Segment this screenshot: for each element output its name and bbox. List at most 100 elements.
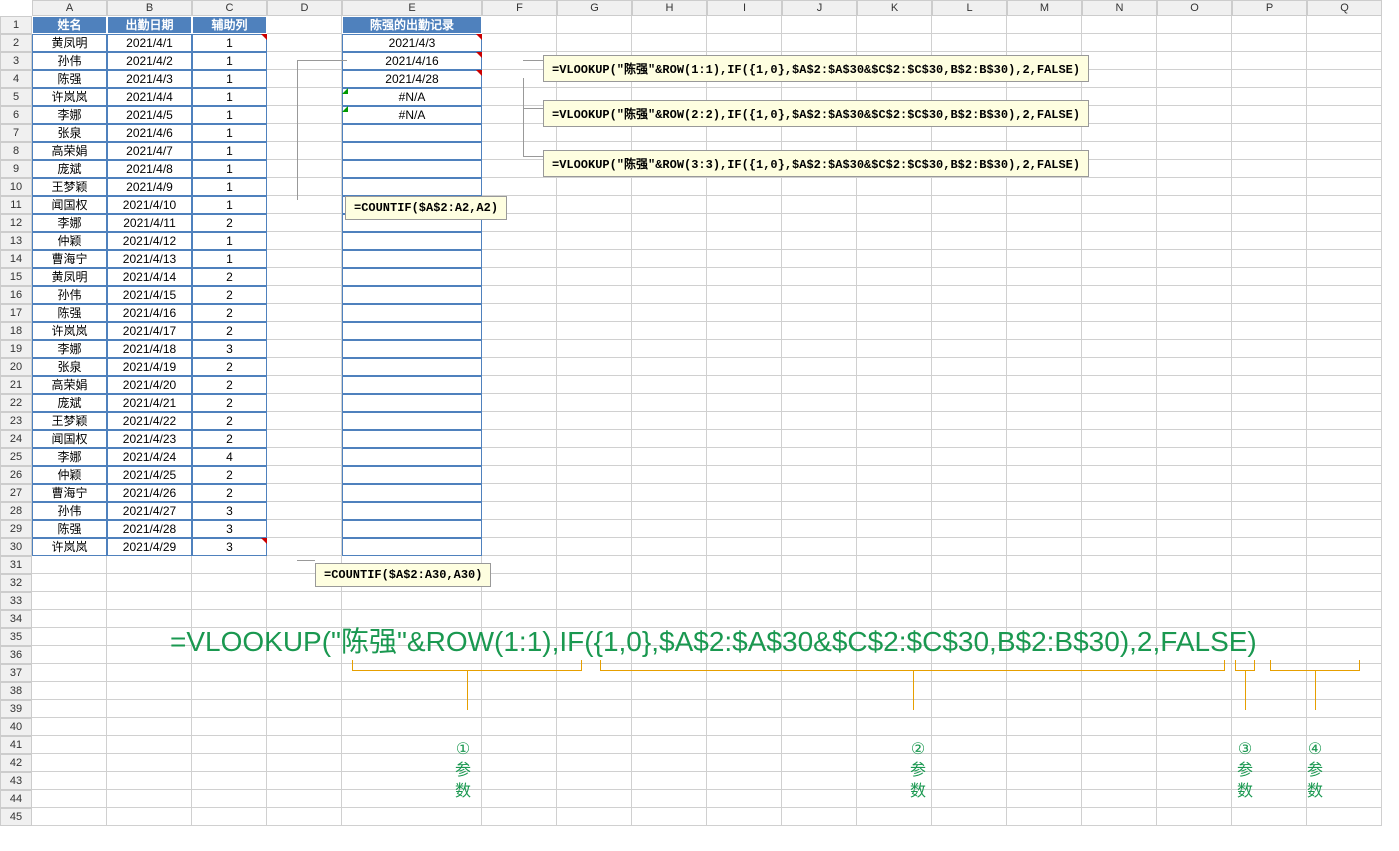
cell-C3[interactable]: 1	[192, 52, 267, 70]
row-header-44[interactable]: 44	[0, 790, 32, 808]
cell-A11[interactable]: 闻国权	[32, 196, 107, 214]
cell-J2[interactable]	[782, 34, 857, 52]
cell-A37[interactable]	[32, 664, 107, 682]
cell-K45[interactable]	[857, 808, 932, 826]
cell-B25[interactable]: 2021/4/24	[107, 448, 192, 466]
row-header-18[interactable]: 18	[0, 322, 32, 340]
cell-Q12[interactable]	[1307, 214, 1382, 232]
cell-B33[interactable]	[107, 592, 192, 610]
cell-A42[interactable]	[32, 754, 107, 772]
cell-D41[interactable]	[267, 736, 342, 754]
cell-Q1[interactable]	[1307, 16, 1382, 34]
cell-P7[interactable]	[1232, 124, 1307, 142]
cell-E8[interactable]	[342, 142, 482, 160]
cell-M29[interactable]	[1007, 520, 1082, 538]
cell-A43[interactable]	[32, 772, 107, 790]
cell-M42[interactable]	[1007, 754, 1082, 772]
cell-H30[interactable]	[632, 538, 707, 556]
cell-B26[interactable]: 2021/4/25	[107, 466, 192, 484]
cell-L18[interactable]	[932, 322, 1007, 340]
cell-D17[interactable]	[267, 304, 342, 322]
cell-N24[interactable]	[1082, 430, 1157, 448]
cell-P27[interactable]	[1232, 484, 1307, 502]
cell-Q29[interactable]	[1307, 520, 1382, 538]
cell-H15[interactable]	[632, 268, 707, 286]
cell-G39[interactable]	[557, 700, 632, 718]
cell-K15[interactable]	[857, 268, 932, 286]
cell-A36[interactable]	[32, 646, 107, 664]
cell-D45[interactable]	[267, 808, 342, 826]
cell-O29[interactable]	[1157, 520, 1232, 538]
cell-H16[interactable]	[632, 286, 707, 304]
cell-M17[interactable]	[1007, 304, 1082, 322]
cell-L25[interactable]	[932, 448, 1007, 466]
cell-N31[interactable]	[1082, 556, 1157, 574]
cell-Q11[interactable]	[1307, 196, 1382, 214]
cell-Q37[interactable]	[1307, 664, 1382, 682]
cell-P22[interactable]	[1232, 394, 1307, 412]
cell-M45[interactable]	[1007, 808, 1082, 826]
row-header-12[interactable]: 12	[0, 214, 32, 232]
cell-J22[interactable]	[782, 394, 857, 412]
cell-D30[interactable]	[267, 538, 342, 556]
cell-N33[interactable]	[1082, 592, 1157, 610]
cell-N8[interactable]	[1082, 142, 1157, 160]
cell-J27[interactable]	[782, 484, 857, 502]
cell-N1[interactable]	[1082, 16, 1157, 34]
cell-Q6[interactable]	[1307, 106, 1382, 124]
cell-L14[interactable]	[932, 250, 1007, 268]
cell-L31[interactable]	[932, 556, 1007, 574]
cell-P8[interactable]	[1232, 142, 1307, 160]
col-header-P[interactable]: P	[1232, 0, 1307, 16]
cell-N39[interactable]	[1082, 700, 1157, 718]
cell-Q10[interactable]	[1307, 178, 1382, 196]
cell-J26[interactable]	[782, 466, 857, 484]
cell-I20[interactable]	[707, 358, 782, 376]
cell-O44[interactable]	[1157, 790, 1232, 808]
cell-J45[interactable]	[782, 808, 857, 826]
cell-I43[interactable]	[707, 772, 782, 790]
cell-Q39[interactable]	[1307, 700, 1382, 718]
cell-G15[interactable]	[557, 268, 632, 286]
cell-I11[interactable]	[707, 196, 782, 214]
cell-E29[interactable]	[342, 520, 482, 538]
cell-I15[interactable]	[707, 268, 782, 286]
cell-H45[interactable]	[632, 808, 707, 826]
cell-C1[interactable]: 辅助列	[192, 16, 267, 34]
cell-Q13[interactable]	[1307, 232, 1382, 250]
cell-M40[interactable]	[1007, 718, 1082, 736]
cell-Q21[interactable]	[1307, 376, 1382, 394]
cell-I17[interactable]	[707, 304, 782, 322]
cell-K1[interactable]	[857, 16, 932, 34]
cell-D8[interactable]	[267, 142, 342, 160]
cell-P29[interactable]	[1232, 520, 1307, 538]
cell-N2[interactable]	[1082, 34, 1157, 52]
cell-A23[interactable]: 王梦颖	[32, 412, 107, 430]
row-header-6[interactable]: 6	[0, 106, 32, 124]
cell-C31[interactable]	[192, 556, 267, 574]
cell-K10[interactable]	[857, 178, 932, 196]
cell-I38[interactable]	[707, 682, 782, 700]
cell-I16[interactable]	[707, 286, 782, 304]
cell-O5[interactable]	[1157, 88, 1232, 106]
cell-P1[interactable]	[1232, 16, 1307, 34]
row-header-32[interactable]: 32	[0, 574, 32, 592]
cell-O30[interactable]	[1157, 538, 1232, 556]
cell-H29[interactable]	[632, 520, 707, 538]
cell-O43[interactable]	[1157, 772, 1232, 790]
cell-A39[interactable]	[32, 700, 107, 718]
cell-F32[interactable]	[482, 574, 557, 592]
col-header-M[interactable]: M	[1007, 0, 1082, 16]
cell-F22[interactable]	[482, 394, 557, 412]
col-header-K[interactable]: K	[857, 0, 932, 16]
cell-L13[interactable]	[932, 232, 1007, 250]
col-header-I[interactable]: I	[707, 0, 782, 16]
cell-N32[interactable]	[1082, 574, 1157, 592]
cell-E6[interactable]: #N/A	[342, 106, 482, 124]
cell-I29[interactable]	[707, 520, 782, 538]
cell-P2[interactable]	[1232, 34, 1307, 52]
cell-I27[interactable]	[707, 484, 782, 502]
cell-N19[interactable]	[1082, 340, 1157, 358]
cell-E45[interactable]	[342, 808, 482, 826]
cell-E23[interactable]	[342, 412, 482, 430]
